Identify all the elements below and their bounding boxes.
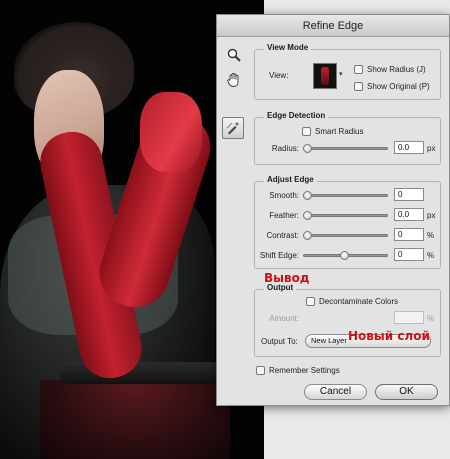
remember-settings-checkbox[interactable] xyxy=(256,366,265,375)
amount-input xyxy=(394,311,424,324)
view-thumbnail-figure xyxy=(321,67,329,85)
radius-slider-thumb[interactable] xyxy=(303,144,312,153)
amount-label: Amount: xyxy=(269,314,299,323)
contrast-slider[interactable] xyxy=(303,231,388,240)
cancel-button[interactable]: Cancel xyxy=(304,384,367,400)
output-legend: Output xyxy=(264,283,297,292)
edge-detection-group: Edge Detection Smart Radius Radius: 0.0 … xyxy=(254,111,441,165)
decontaminate-row[interactable]: Decontaminate Colors xyxy=(306,297,398,306)
remember-settings-row[interactable]: Remember Settings xyxy=(256,366,340,375)
shift-edge-input[interactable]: 0 xyxy=(394,248,424,261)
output-to-label: Output To: xyxy=(261,337,298,346)
remember-settings-label: Remember Settings xyxy=(269,366,340,375)
tool-column xyxy=(220,43,248,93)
feather-slider-thumb[interactable] xyxy=(303,211,312,220)
smart-radius-checkbox[interactable] xyxy=(302,127,311,136)
radius-label: Radius: xyxy=(271,144,299,153)
ok-button[interactable]: OK xyxy=(375,384,438,400)
show-radius-checkbox[interactable] xyxy=(354,65,363,74)
annotation-new-layer-ru: Новый слой xyxy=(348,329,430,343)
output-group: Output Decontaminate Colors Amount: % Ou… xyxy=(254,283,441,357)
smart-radius-row[interactable]: Smart Radius xyxy=(302,127,363,136)
view-mode-thumbnail[interactable] xyxy=(313,63,337,89)
show-original-checkbox[interactable] xyxy=(354,82,363,91)
zoom-icon[interactable] xyxy=(224,45,244,65)
contrast-unit: % xyxy=(427,231,435,240)
show-original-label: Show Original (P) xyxy=(367,82,430,91)
edge-detection-legend: Edge Detection xyxy=(264,111,329,120)
smart-radius-label: Smart Radius xyxy=(315,127,364,136)
smooth-slider[interactable] xyxy=(303,191,388,200)
contrast-slider-thumb[interactable] xyxy=(303,231,312,240)
view-label: View: xyxy=(269,71,289,80)
smooth-input[interactable]: 0 xyxy=(394,188,424,201)
photo-belt xyxy=(60,362,220,384)
refine-radius-brush-icon[interactable] xyxy=(222,117,244,139)
feather-unit: px xyxy=(427,211,436,220)
contrast-input[interactable]: 0 xyxy=(394,228,424,241)
radius-unit: px xyxy=(427,144,436,153)
hand-icon[interactable] xyxy=(224,69,244,89)
shift-edge-slider[interactable] xyxy=(303,251,388,260)
show-radius-row[interactable]: Show Radius (J) xyxy=(354,65,426,74)
amount-unit: % xyxy=(427,314,435,323)
chevron-down-icon[interactable]: ▾ xyxy=(339,70,343,78)
smooth-slider-thumb[interactable] xyxy=(303,191,312,200)
smooth-label: Smooth: xyxy=(269,191,299,200)
shift-edge-slider-thumb[interactable] xyxy=(340,251,349,260)
shift-edge-label: Shift Edge: xyxy=(259,251,299,260)
view-mode-legend: View Mode xyxy=(264,43,312,52)
show-original-row[interactable]: Show Original (P) xyxy=(354,82,430,91)
radius-slider[interactable] xyxy=(303,144,388,153)
photo-red-hand xyxy=(140,92,202,172)
photo-skirt xyxy=(40,380,230,459)
view-mode-group: View Mode View: ▾ Show Radius (J) Show O… xyxy=(254,43,441,100)
feather-input[interactable]: 0.0 xyxy=(394,208,424,221)
contrast-label: Contrast: xyxy=(266,231,299,240)
decontaminate-checkbox[interactable] xyxy=(306,297,315,306)
feather-slider[interactable] xyxy=(303,211,388,220)
output-to-value: New Layer xyxy=(311,336,347,345)
dialog-title: Refine Edge xyxy=(217,15,449,37)
adjust-edge-group: Adjust Edge Smooth: 0 Feather: 0.0 px Co… xyxy=(254,175,441,269)
shift-edge-unit: % xyxy=(427,251,435,260)
adjust-edge-legend: Adjust Edge xyxy=(264,175,317,184)
decontaminate-label: Decontaminate Colors xyxy=(319,297,399,306)
radius-input[interactable]: 0.0 xyxy=(394,141,424,154)
show-radius-label: Show Radius (J) xyxy=(367,65,426,74)
feather-label: Feather: xyxy=(269,211,299,220)
refine-edge-dialog: Refine Edge View Mode View: ▾ Show Radiu… xyxy=(216,14,450,406)
